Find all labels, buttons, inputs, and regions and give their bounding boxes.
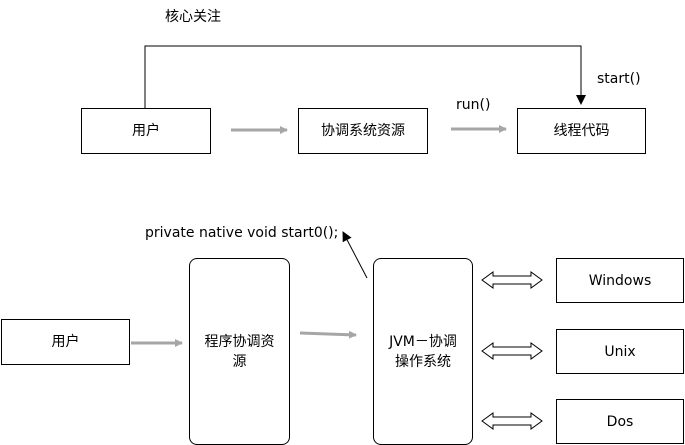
box-program-coord: 程序协调资 源: [189, 258, 290, 445]
double-arrow-windows: [481, 271, 543, 289]
jvm-coord-line1: JVM－协调: [389, 333, 457, 350]
os-windows-label: Windows: [588, 272, 652, 289]
arrow-jvm-to-native: [342, 231, 368, 279]
box-bottom-user-label: 用户: [51, 334, 80, 350]
jvm-coord-line2: 操作系统: [395, 353, 451, 370]
box-top-user: 用户: [81, 108, 211, 154]
title-core-focus: 核心关注: [165, 9, 221, 25]
double-arrow-dos: [481, 412, 543, 430]
label-start: start(): [597, 71, 641, 87]
box-bottom-user: 用户: [1, 319, 130, 365]
start-path: [144, 45, 582, 108]
box-os-dos: Dos: [556, 399, 684, 444]
program-coord-line2: 源: [232, 353, 247, 370]
double-arrow-unix: [481, 342, 543, 360]
arrow-program-to-jvm: [299, 330, 357, 339]
box-top-coord-label: 协调系统资源: [321, 123, 405, 139]
connector-layer: [131, 45, 586, 430]
program-coord-line1: 程序协调资: [204, 333, 275, 350]
label-native-start0: private native void start0();: [145, 225, 339, 241]
box-top-user-label: 用户: [132, 123, 160, 139]
box-jvm-coord: JVM－协调 操作系统: [373, 258, 473, 445]
box-os-unix: Unix: [556, 329, 684, 374]
os-dos-label: Dos: [606, 413, 634, 430]
box-top-thread: 线程代码: [517, 108, 646, 154]
label-run: run(): [456, 97, 491, 113]
box-top-thread-label: 线程代码: [553, 123, 610, 139]
os-unix-label: Unix: [604, 343, 636, 360]
box-os-windows: Windows: [556, 258, 684, 303]
box-top-coord: 协调系统资源: [298, 108, 428, 154]
